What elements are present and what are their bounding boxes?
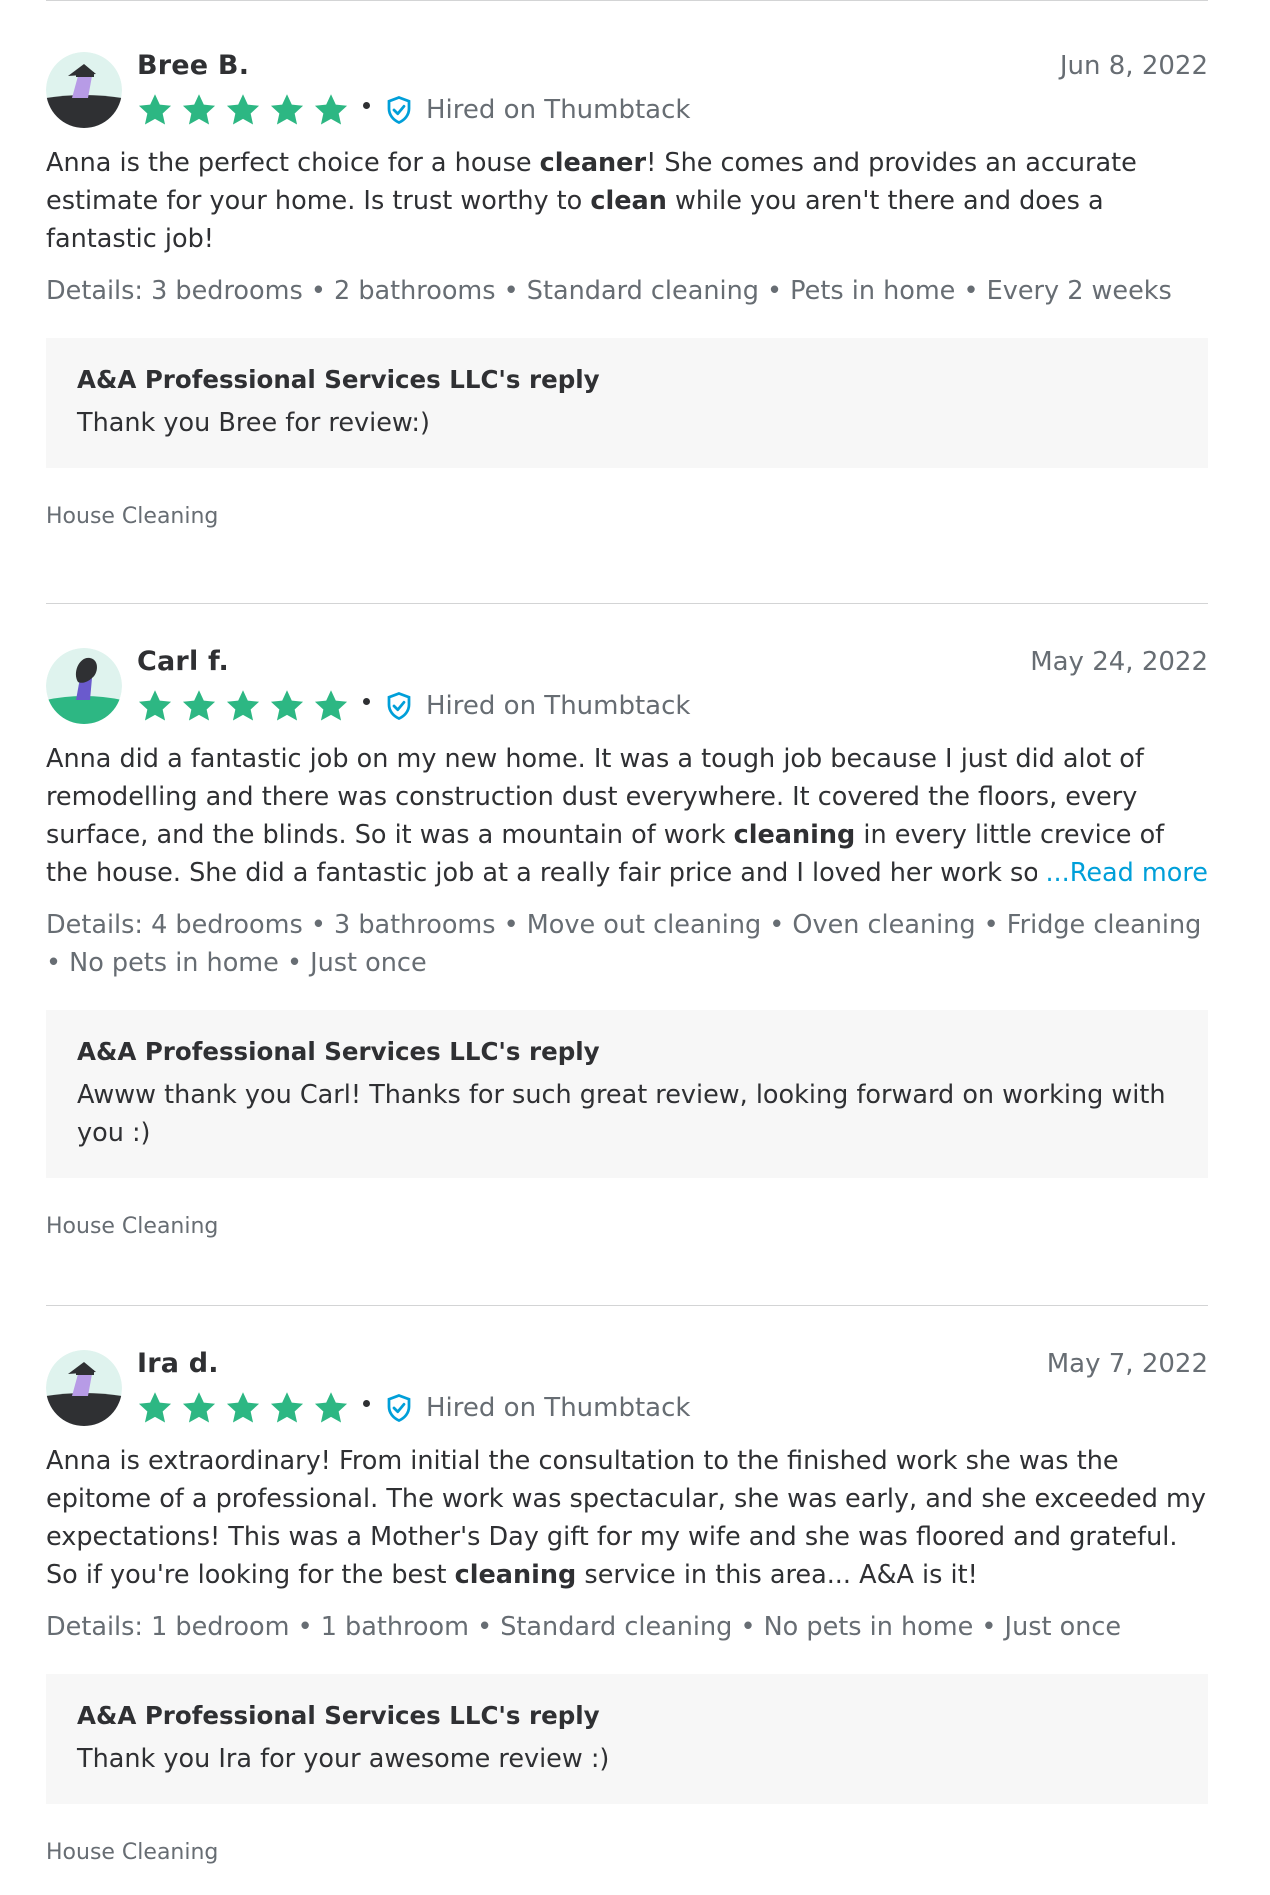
rating-row: Hired on Thumbtack	[137, 686, 690, 726]
star-icon	[270, 690, 304, 721]
review-date: May 7, 2022	[1046, 1349, 1208, 1379]
star-icon	[226, 690, 260, 721]
job-details: Details: 1 bedroom • 1 bathroom • Standa…	[46, 1612, 1122, 1642]
hired-on-thumbtack-label: Hired on Thumbtack	[426, 95, 691, 125]
verified-shield-icon	[387, 692, 411, 721]
reviewer-name: Carl f.	[137, 646, 229, 677]
review-card: Ira d. May 7, 2022 Hired on Thumbtack An…	[46, 1348, 1208, 1868]
reply-text: Awww thank you Carl! Thanks for such gre…	[77, 1080, 1166, 1148]
service-category: House Cleaning	[46, 504, 219, 529]
hired-on-thumbtack-label: Hired on Thumbtack	[426, 1393, 691, 1423]
verified-shield-icon	[387, 96, 411, 125]
reply-title: A&A Professional Services LLC's reply	[77, 365, 600, 394]
separator-dot	[363, 697, 370, 705]
review-date: Jun 8, 2022	[1059, 51, 1208, 81]
avatar	[46, 1350, 122, 1426]
separator-dot	[363, 1399, 370, 1407]
job-details: Details: 3 bedrooms • 2 bathrooms • Stan…	[46, 276, 1172, 306]
hired-on-thumbtack-label: Hired on Thumbtack	[426, 691, 691, 721]
business-reply: A&A Professional Services LLC's reply Th…	[46, 1674, 1208, 1804]
review-header: Ira d. May 7, 2022 Hired on Thumbtack	[46, 1348, 1208, 1434]
service-category: House Cleaning	[46, 1214, 219, 1239]
star-icon	[270, 94, 304, 125]
review-divider	[46, 603, 1208, 604]
reply-text: Thank you Bree for review:)	[77, 408, 430, 438]
star-rating	[137, 92, 357, 128]
separator-dot	[363, 101, 370, 109]
top-divider	[46, 0, 1208, 1]
star-icon	[182, 690, 216, 721]
star-icon	[138, 690, 172, 721]
rating-row: Hired on Thumbtack	[137, 90, 690, 130]
business-reply: A&A Professional Services LLC's reply Th…	[46, 338, 1208, 468]
review-text: Anna is the perfect choice for a house c…	[46, 148, 1137, 254]
reply-title: A&A Professional Services LLC's reply	[77, 1037, 600, 1066]
review-divider	[46, 1305, 1208, 1306]
star-icon	[226, 1392, 260, 1423]
rating-row: Hired on Thumbtack	[137, 1388, 690, 1428]
read-more-link[interactable]: ...Read more	[1037, 854, 1208, 892]
star-icon	[138, 94, 172, 125]
reviewer-name: Bree B.	[137, 50, 250, 81]
review-header: Carl f. May 24, 2022 Hired on Thumbtack	[46, 646, 1208, 732]
reply-title: A&A Professional Services LLC's reply	[77, 1701, 600, 1730]
avatar	[46, 648, 122, 724]
service-category: House Cleaning	[46, 1840, 219, 1865]
verified-shield-icon	[387, 1394, 411, 1423]
review-text: Anna did a fantastic job on my new home.…	[46, 740, 1208, 892]
review-card: Bree B. Jun 8, 2022 Hired on Thumbtack A…	[46, 50, 1208, 532]
review-card: Carl f. May 24, 2022 Hired on Thumbtack …	[46, 646, 1208, 1242]
reviewer-name: Ira d.	[137, 1348, 219, 1379]
business-reply: A&A Professional Services LLC's reply Aw…	[46, 1010, 1208, 1178]
star-rating	[137, 688, 357, 724]
star-icon	[314, 1392, 348, 1423]
star-icon	[182, 1392, 216, 1423]
star-icon	[182, 94, 216, 125]
star-icon	[226, 94, 260, 125]
star-icon	[314, 690, 348, 721]
star-icon	[270, 1392, 304, 1423]
avatar	[46, 52, 122, 128]
star-icon	[314, 94, 348, 125]
review-header: Bree B. Jun 8, 2022 Hired on Thumbtack	[46, 50, 1208, 136]
reply-text: Thank you Ira for your awesome review :)	[77, 1744, 610, 1774]
star-icon	[138, 1392, 172, 1423]
star-rating	[137, 1390, 357, 1426]
job-details: Details: 4 bedrooms • 3 bathrooms • Move…	[46, 910, 1202, 978]
review-text: Anna is extraordinary! From initial the …	[46, 1446, 1206, 1590]
review-date: May 24, 2022	[1030, 647, 1208, 677]
